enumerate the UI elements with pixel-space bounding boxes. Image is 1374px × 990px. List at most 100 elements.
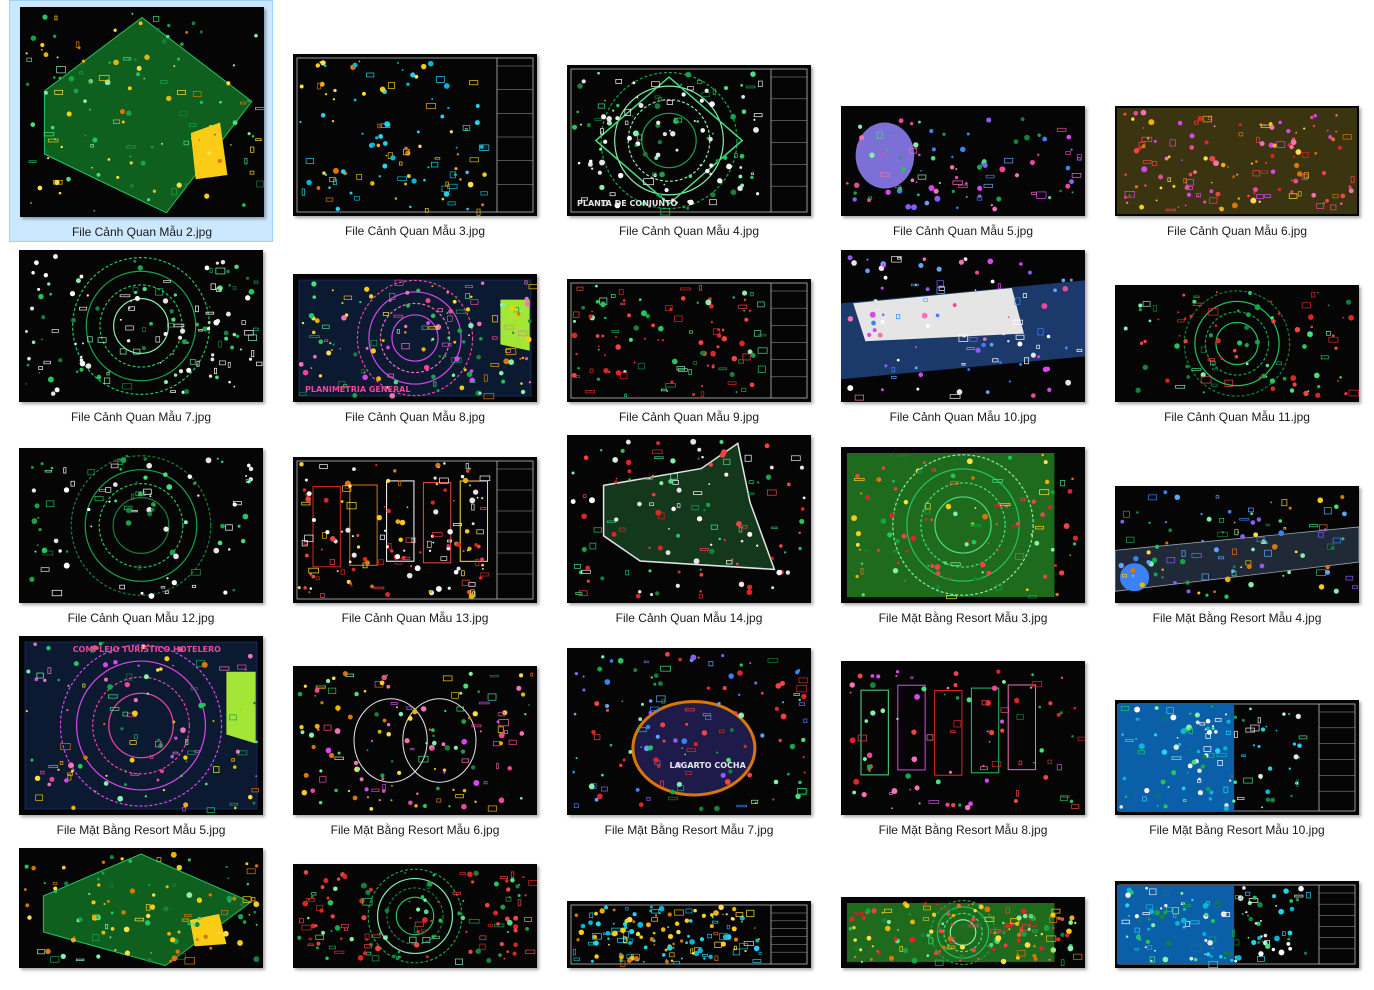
file-thumbnail[interactable]: [1115, 881, 1359, 968]
file-thumbnail[interactable]: [20, 7, 264, 217]
file-name-label: File Cảnh Quan Mẫu 4.jpg: [618, 224, 760, 238]
file-name-label: File Cảnh Quan Mẫu 9.jpg: [618, 410, 760, 424]
svg-text:LAGARTO COCHA: LAGARTO COCHA: [669, 761, 746, 770]
file-item[interactable]: File Cảnh Quan Mẫu 11.jpg: [1105, 244, 1369, 432]
cad-plan-preview: [19, 848, 263, 968]
file-item[interactable]: [1105, 843, 1369, 990]
file-thumbnail[interactable]: [293, 457, 537, 603]
file-thumbnail[interactable]: [1115, 285, 1359, 402]
file-thumbnail[interactable]: LAGARTO COCHA: [567, 648, 811, 815]
file-item[interactable]: File Mặt Bằng Resort Mẫu 4.jpg: [1105, 430, 1369, 633]
file-name-label: File Cảnh Quan Mẫu 13.jpg: [341, 611, 489, 625]
cad-plan-preview: [19, 250, 263, 402]
file-item[interactable]: [283, 843, 547, 990]
svg-text:PLANTA DE CONJUNTO: PLANTA DE CONJUNTO: [577, 199, 678, 208]
cad-plan-preview: [1115, 486, 1359, 603]
cad-plan-preview: [293, 666, 537, 815]
cad-plan-preview: [567, 435, 811, 603]
cad-plan-preview: [293, 457, 537, 603]
file-name-label: File Cảnh Quan Mẫu 12.jpg: [67, 611, 215, 625]
file-item[interactable]: COMPLEJO TURISTICO HOTELERO File Mặt Bằng…: [9, 631, 273, 845]
file-thumbnail[interactable]: [567, 901, 811, 968]
file-name-label: File Cảnh Quan Mẫu 5.jpg: [892, 224, 1034, 238]
file-item[interactable]: [557, 843, 821, 990]
file-thumbnail[interactable]: [19, 448, 263, 603]
file-thumbnail[interactable]: [841, 661, 1085, 815]
cad-plan-preview: [19, 448, 263, 603]
file-name-label: File Mặt Bằng Resort Mẫu 4.jpg: [1152, 611, 1322, 625]
file-name-label: File Mặt Bằng Resort Mẫu 8.jpg: [878, 823, 1048, 837]
file-thumbnail-grid: File Cảnh Quan Mẫu 2.jpg File Cảnh Quan M…: [0, 0, 1374, 968]
cad-plan-preview: COMPLEJO TURISTICO HOTELERO: [19, 636, 263, 815]
file-item[interactable]: PLANTA DE CONJUNTO File Cảnh Quan Mẫu 4.j…: [557, 0, 821, 242]
file-item[interactable]: File Cảnh Quan Mẫu 13.jpg: [283, 430, 547, 633]
file-thumbnail[interactable]: [841, 250, 1085, 402]
file-thumbnail[interactable]: [1115, 106, 1359, 216]
file-item[interactable]: File Mặt Bằng Resort Mẫu 3.jpg: [831, 430, 1095, 633]
file-item[interactable]: PLANIMETRIA GENERAL File Cảnh Quan Mẫu 8.…: [283, 244, 547, 432]
file-name-label: File Cảnh Quan Mẫu 6.jpg: [1166, 224, 1308, 238]
file-item[interactable]: File Cảnh Quan Mẫu 12.jpg: [9, 430, 273, 633]
file-thumbnail[interactable]: PLANTA DE CONJUNTO: [567, 65, 811, 216]
file-thumbnail[interactable]: [841, 106, 1085, 216]
file-item[interactable]: LAGARTO COCHA File Mặt Bằng Resort Mẫu 7.…: [557, 631, 821, 845]
cad-plan-preview: [841, 661, 1085, 815]
cad-plan-preview: [293, 54, 537, 216]
file-thumbnail[interactable]: [293, 54, 537, 216]
file-thumbnail[interactable]: [19, 250, 263, 402]
file-name-label: File Mặt Bằng Resort Mẫu 5.jpg: [56, 823, 226, 837]
file-name-label: File Mặt Bằng Resort Mẫu 7.jpg: [604, 823, 774, 837]
file-name-label: File Cảnh Quan Mẫu 3.jpg: [344, 224, 486, 238]
file-item[interactable]: [9, 843, 273, 990]
file-thumbnail[interactable]: [293, 864, 537, 968]
file-thumbnail[interactable]: [19, 848, 263, 968]
file-item[interactable]: File Cảnh Quan Mẫu 7.jpg: [9, 244, 273, 432]
file-name-label: File Cảnh Quan Mẫu 2.jpg: [71, 225, 213, 239]
cad-plan-preview: [20, 7, 264, 217]
file-thumbnail[interactable]: [841, 897, 1085, 968]
cad-plan-preview: [841, 106, 1085, 216]
cad-plan-preview: [841, 897, 1085, 968]
file-thumbnail[interactable]: [567, 279, 811, 402]
file-item[interactable]: File Mặt Bằng Resort Mẫu 10.jpg: [1105, 631, 1369, 845]
file-item[interactable]: File Cảnh Quan Mẫu 3.jpg: [283, 0, 547, 242]
file-name-label: File Mặt Bằng Resort Mẫu 10.jpg: [1149, 823, 1325, 837]
file-item[interactable]: [831, 843, 1095, 990]
svg-text:PLANIMETRIA GENERAL: PLANIMETRIA GENERAL: [305, 385, 410, 394]
cad-plan-preview: [841, 447, 1085, 603]
file-name-label: File Cảnh Quan Mẫu 14.jpg: [615, 611, 763, 625]
file-name-label: File Cảnh Quan Mẫu 11.jpg: [1164, 410, 1310, 424]
file-name-label: File Cảnh Quan Mẫu 8.jpg: [344, 410, 486, 424]
file-item[interactable]: File Cảnh Quan Mẫu 10.jpg: [831, 244, 1095, 432]
file-thumbnail[interactable]: [1115, 486, 1359, 603]
cad-plan-preview: [293, 864, 537, 968]
cad-plan-preview: [567, 279, 811, 402]
cad-plan-preview: [1115, 700, 1359, 815]
cad-plan-preview: LAGARTO COCHA: [567, 648, 811, 815]
file-thumbnail[interactable]: PLANIMETRIA GENERAL: [293, 274, 537, 402]
file-item[interactable]: File Cảnh Quan Mẫu 6.jpg: [1105, 0, 1369, 242]
file-name-label: File Mặt Bằng Resort Mẫu 6.jpg: [330, 823, 500, 837]
file-name-label: File Cảnh Quan Mẫu 7.jpg: [70, 410, 212, 424]
file-thumbnail[interactable]: [841, 447, 1085, 603]
cad-plan-preview: [1115, 106, 1359, 216]
cad-plan-preview: [1115, 285, 1359, 402]
svg-text:COMPLEJO TURISTICO HOTELERO: COMPLEJO TURISTICO HOTELERO: [73, 645, 222, 654]
file-thumbnail[interactable]: COMPLEJO TURISTICO HOTELERO: [19, 636, 263, 815]
cad-plan-preview: [567, 901, 811, 968]
file-item[interactable]: File Mặt Bằng Resort Mẫu 6.jpg: [283, 631, 547, 845]
file-item[interactable]: File Cảnh Quan Mẫu 5.jpg: [831, 0, 1095, 242]
file-thumbnail[interactable]: [567, 435, 811, 603]
cad-plan-preview: PLANIMETRIA GENERAL: [293, 274, 537, 402]
file-thumbnail[interactable]: [1115, 700, 1359, 815]
file-thumbnail[interactable]: [293, 666, 537, 815]
file-item[interactable]: File Mặt Bằng Resort Mẫu 8.jpg: [831, 631, 1095, 845]
cad-plan-preview: [841, 250, 1085, 402]
file-item[interactable]: File Cảnh Quan Mẫu 14.jpg: [557, 430, 821, 633]
file-name-label: File Mặt Bằng Resort Mẫu 3.jpg: [878, 611, 1048, 625]
file-item[interactable]: File Cảnh Quan Mẫu 9.jpg: [557, 244, 821, 432]
file-name-label: File Cảnh Quan Mẫu 10.jpg: [889, 410, 1037, 424]
cad-plan-preview: [1115, 881, 1359, 968]
file-item[interactable]: File Cảnh Quan Mẫu 2.jpg: [9, 0, 273, 242]
cad-plan-preview: PLANTA DE CONJUNTO: [567, 65, 811, 216]
